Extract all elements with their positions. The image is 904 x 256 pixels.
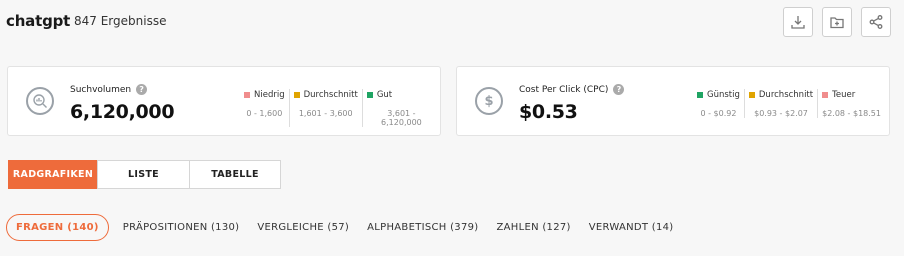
results-count: 847 Ergebnisse (74, 14, 167, 28)
search-volume-card: Suchvolumen ? 6,120,000 Niedrig 0 - 1,60… (7, 66, 441, 136)
search-volume-icon (26, 87, 54, 115)
save-folder-button[interactable] (822, 7, 852, 37)
legend-item-average: Durchschnitt 1,601 - 3,600 (288, 89, 362, 127)
tab-list[interactable]: LISTE (97, 160, 190, 189)
category-tabs: FRAGEN (140) PRÄPOSITIONEN (130) VERGLEI… (6, 214, 692, 241)
swatch (822, 92, 829, 98)
keyword-title: chatgpt (6, 12, 71, 30)
share-button[interactable] (861, 7, 891, 37)
search-volume-legend: Niedrig 0 - 1,600 Durchschnitt 1,601 - 3… (240, 89, 440, 127)
share-icon (869, 15, 883, 29)
legend-item-low: Niedrig 0 - 1,600 (240, 89, 289, 127)
cpc-value: $0.53 (519, 101, 578, 123)
dollar-icon: $ (475, 87, 503, 115)
swatch (697, 92, 703, 98)
tab-questions[interactable]: FRAGEN (140) (6, 214, 109, 241)
cpc-label: Cost Per Click (CPC) ? (519, 84, 625, 95)
search-volume-label: Suchvolumen ? (70, 84, 148, 95)
download-icon (791, 16, 805, 29)
tab-numbers[interactable]: ZAHLEN (127) (496, 222, 570, 233)
search-volume-value: 6,120,000 (70, 101, 175, 123)
download-button[interactable] (783, 7, 813, 37)
legend-item-cheap: Günstig 0 - $0.92 (693, 89, 744, 118)
legend-item-average: Durchschnitt $0.93 - $2.07 (743, 89, 817, 118)
swatch (748, 92, 755, 98)
swatch (244, 92, 250, 98)
tab-table[interactable]: TABELLE (189, 160, 281, 189)
swatch (366, 92, 373, 98)
help-icon[interactable]: ? (613, 84, 625, 95)
view-tabs: RADGRAFIKEN LISTE TABELLE (8, 160, 281, 189)
legend-item-expensive: Teuer $2.08 - $18.51 (817, 89, 885, 118)
tab-comparisons[interactable]: VERGLEICHE (57) (257, 222, 349, 233)
legend-item-good: Gut 3,601 - 6,120,000 (361, 89, 440, 127)
tab-prepositions[interactable]: PRÄPOSITIONEN (130) (123, 222, 240, 233)
swatch (293, 92, 300, 98)
tab-related[interactable]: VERWANDT (14) (589, 222, 674, 233)
cpc-card: $ Cost Per Click (CPC) ? $0.53 Günstig 0… (456, 66, 890, 136)
cpc-legend: Günstig 0 - $0.92 Durchschnitt $0.93 - $… (693, 89, 885, 118)
tab-alphabetical[interactable]: ALPHABETISCH (379) (367, 222, 478, 233)
folder-add-icon (830, 17, 844, 29)
results-header: chatgpt 847 Ergebnisse (0, 0, 904, 46)
help-icon[interactable]: ? (136, 84, 148, 95)
tab-wheel-charts[interactable]: RADGRAFIKEN (8, 160, 98, 189)
